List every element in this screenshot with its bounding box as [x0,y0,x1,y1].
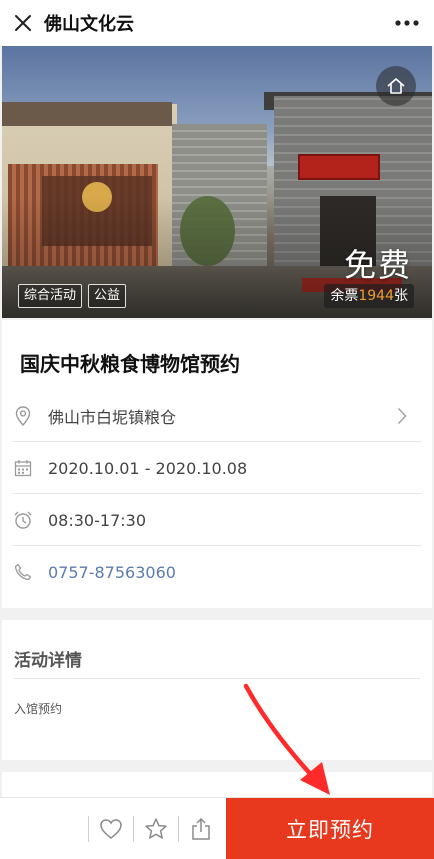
top-nav-bar: 佛山文化云 [0,0,434,46]
tag-category: 综合活动 [18,284,83,308]
address-row[interactable]: 佛山市白坭镇粮仓 [2,390,432,442]
more-dots-icon[interactable] [394,11,420,35]
date-row: 2020.10.01 - 2020.10.08 [2,442,432,494]
address-text: 佛山市白坭镇粮仓 [48,408,177,427]
location-pin-icon [12,405,34,427]
phone-link[interactable]: 0757-87563060 [48,563,176,582]
phone-icon [12,561,34,583]
remaining-prefix: 余票 [330,288,359,304]
price-label: 免费 [343,246,412,284]
event-details-card: 活动详情 入馆预约 [2,620,432,760]
star-icon[interactable] [134,798,178,859]
tag-public-welfare: 公益 [88,284,127,308]
remaining-tickets-badge: 余票1944张 [324,284,414,308]
heart-icon[interactable] [89,798,133,859]
event-info-card: 国庆中秋粮食博物馆预约 佛山市白坭镇粮仓 2020.10.01 - 2020.1… [2,320,432,608]
close-icon[interactable] [0,0,46,46]
remaining-count: 1944 [358,288,394,304]
home-icon[interactable] [376,66,416,106]
remaining-suffix: 张 [394,288,408,304]
reserve-now-button[interactable]: 立即预约 [226,798,434,859]
phone-row[interactable]: 0757-87563060 [2,546,432,598]
date-range-text: 2020.10.01 - 2020.10.08 [48,458,248,478]
event-title: 国庆中秋粮食博物馆预约 [20,352,240,376]
event-tags: 综合活动 公益 [18,284,127,308]
time-row: 08:30-17:30 [2,494,432,546]
calendar-icon [12,457,34,479]
time-range-text: 08:30-17:30 [48,510,146,530]
details-heading: 活动详情 [14,651,82,671]
app-title: 佛山文化云 [44,14,134,35]
alarm-clock-icon [12,509,34,531]
chevron-right-icon [396,406,408,426]
details-body-text: 入馆预约 [14,702,63,716]
bottom-action-bar: 立即预约 [0,797,434,859]
share-icon[interactable] [179,798,223,859]
